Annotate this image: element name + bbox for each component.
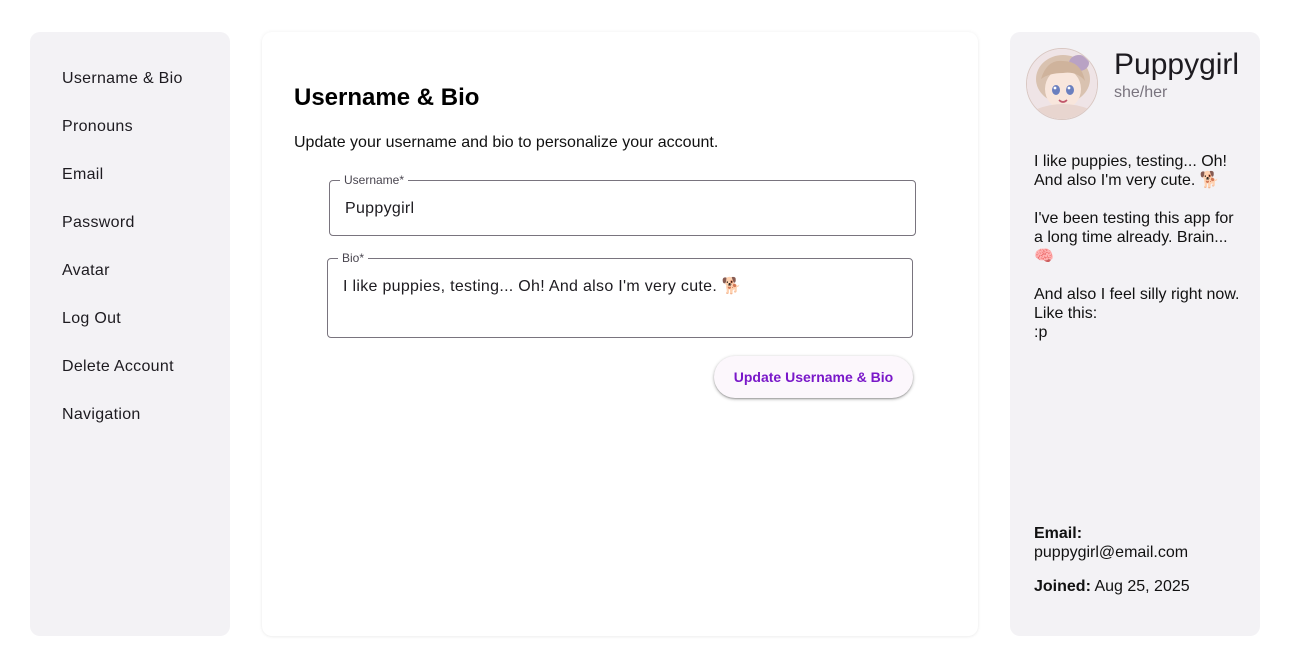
username-input-value[interactable]: Puppygirl	[345, 200, 414, 218]
email-label: Email:	[1034, 525, 1083, 542]
profile-card: Puppygirl she/her I like puppies, testin…	[1010, 32, 1260, 636]
bio-field[interactable]: Bio* I like puppies, testing... Oh! And …	[327, 251, 913, 338]
page-title: Username & Bio	[294, 84, 480, 111]
profile-bio-line: I've been testing this app for a long ti…	[1034, 210, 1234, 265]
profile-bio-line: :p	[1034, 324, 1048, 341]
nav-item-delete-account[interactable]: Delete Account	[62, 358, 174, 376]
profile-bio: I like puppies, testing... Oh! And also …	[1034, 152, 1242, 342]
bio-textarea-value[interactable]: I like puppies, testing... Oh! And also …	[343, 276, 742, 296]
email-value: puppygirl@email.com	[1034, 544, 1189, 561]
nav-item-email[interactable]: Email	[62, 166, 104, 184]
nav-item-username-bio[interactable]: Username & Bio	[62, 70, 183, 88]
profile-pronouns: she/her	[1114, 84, 1168, 101]
profile-email: Email: puppygirl@email.com	[1034, 524, 1188, 562]
nav-item-avatar[interactable]: Avatar	[62, 262, 110, 280]
nav-item-navigation[interactable]: Navigation	[62, 406, 141, 424]
joined-value: Aug 25, 2025	[1094, 578, 1190, 595]
profile-bio-line: And also I feel silly right now. Like th…	[1034, 286, 1240, 322]
joined-label: Joined:	[1034, 578, 1091, 595]
nav-item-log-out[interactable]: Log Out	[62, 310, 121, 328]
profile-bio-line: I like puppies, testing... Oh! And also …	[1034, 153, 1227, 189]
profile-name: Puppygirl	[1114, 48, 1240, 81]
settings-sidebar: Username & Bio Pronouns Email Password A…	[30, 32, 230, 636]
username-field-label: Username*	[340, 173, 409, 187]
avatar	[1026, 48, 1098, 120]
nav-item-password[interactable]: Password	[62, 214, 135, 232]
avatar-image-icon	[1027, 49, 1097, 119]
page-subtitle: Update your username and bio to personal…	[294, 134, 719, 151]
update-username-bio-button[interactable]: Update Username & Bio	[714, 356, 913, 398]
username-field[interactable]: Username* Puppygirl	[329, 173, 916, 236]
profile-joined: Joined: Aug 25, 2025	[1034, 578, 1190, 596]
nav-item-pronouns[interactable]: Pronouns	[62, 118, 133, 136]
bio-field-label: Bio*	[338, 251, 369, 265]
settings-main-panel: Username & Bio Update your username and …	[262, 32, 978, 636]
